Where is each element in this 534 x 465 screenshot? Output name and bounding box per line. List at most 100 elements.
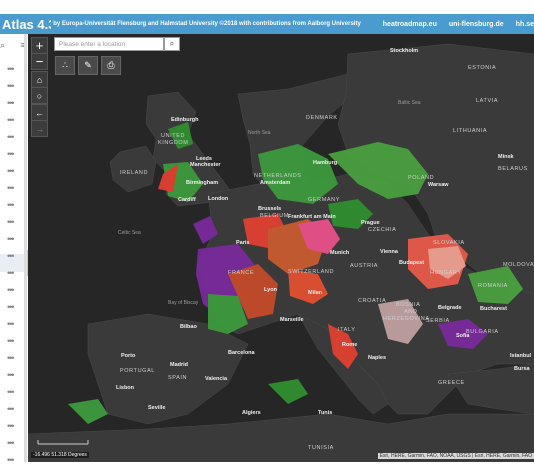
label-naples: Naples bbox=[368, 355, 386, 361]
label-romania: ROMANIA bbox=[478, 283, 508, 289]
label-rome: Rome bbox=[342, 342, 357, 348]
sidebar-scrollbar[interactable] bbox=[24, 34, 26, 462]
layer-options-button[interactable]: ••• bbox=[7, 370, 15, 380]
layer-options-button[interactable]: ••• bbox=[7, 183, 15, 193]
layer-sidebar: ⌕ ≡ ••• ••• ••• ••• ••• ••• ••• ••• ••• ••• ••• •••… bbox=[0, 34, 27, 465]
label-germany: GERMANY bbox=[308, 197, 340, 203]
label-belgium: BELGIUM bbox=[260, 213, 289, 219]
label-london: London bbox=[208, 196, 229, 202]
label-estonia: ESTONIA bbox=[468, 65, 496, 71]
layer-options-button[interactable]: ••• bbox=[7, 132, 15, 142]
attribution: Esri, HERE, Garmin, FAO, NOAA, USGS | Es… bbox=[377, 453, 534, 459]
label-prague: Prague bbox=[361, 220, 380, 226]
label-vienna: Vienna bbox=[380, 249, 399, 255]
map-canvas[interactable]: UNITED KINGDOM IRELAND NETHERLANDS BELGI… bbox=[28, 34, 534, 462]
draw-tool-button[interactable]: ✎ bbox=[78, 56, 98, 75]
label-milan: Milan bbox=[308, 290, 323, 296]
label-bilbao: Bilbao bbox=[180, 324, 197, 330]
layer-options-button[interactable]: ••• bbox=[7, 149, 15, 159]
label-warsaw: Warsaw bbox=[428, 182, 449, 188]
layer-options-button[interactable]: ••• bbox=[7, 455, 15, 465]
label-barcelona: Barcelona bbox=[228, 350, 256, 356]
layer-options-button[interactable]: ••• bbox=[7, 404, 15, 414]
label-france: FRANCE bbox=[228, 270, 254, 276]
label-herzegovina: HERZEGOVINA bbox=[383, 316, 430, 322]
label-lisbon: Lisbon bbox=[116, 385, 135, 391]
home-button[interactable]: ⌂ bbox=[31, 71, 48, 88]
label-cardiff: Cardiff bbox=[178, 197, 196, 203]
svg-text:KINGDOM: KINGDOM bbox=[158, 140, 188, 146]
label-hamburg: Hamburg bbox=[313, 160, 337, 166]
print-icon: ⎙ bbox=[107, 60, 115, 70]
search-placeholder: Please enter a location bbox=[59, 40, 126, 48]
layer-options-button[interactable]: ••• bbox=[7, 166, 15, 176]
location-search-button[interactable]: ⌕ bbox=[164, 37, 180, 51]
layer-options-button[interactable]: ••• bbox=[7, 319, 15, 329]
app-title: Atlas 4.3 bbox=[2, 16, 52, 32]
layer-options-button[interactable]: ••• bbox=[7, 234, 15, 244]
label-belarus: BELARUS bbox=[498, 166, 528, 172]
layer-options-button[interactable]: ••• bbox=[7, 438, 15, 448]
search-icon[interactable]: ⌕ bbox=[0, 40, 5, 51]
layer-options-button[interactable]: ••• bbox=[7, 285, 15, 295]
label-hungary: HUNGARY bbox=[430, 270, 462, 276]
link-hh[interactable]: hh.se bbox=[516, 21, 534, 28]
label-czechia: CZECHIA bbox=[368, 227, 396, 233]
label-paris: Paris bbox=[236, 240, 249, 246]
overlay-portugal bbox=[68, 399, 108, 424]
link-heatroadmap[interactable]: heatroadmap.eu bbox=[383, 21, 437, 28]
label-brussels: Brussels bbox=[258, 206, 281, 212]
label-baltic-sea: Baltic Sea bbox=[398, 100, 421, 106]
layer-options-button[interactable]: ••• bbox=[7, 268, 15, 278]
label-munich: Munich bbox=[330, 250, 350, 256]
label-manchester: Manchester bbox=[190, 162, 221, 168]
layer-options-button[interactable]: ••• bbox=[7, 115, 15, 125]
label-portugal: PORTUGAL bbox=[120, 368, 155, 374]
sidebar-tools: ⌕ ≡ bbox=[0, 40, 26, 51]
layer-options-button[interactable]: ••• bbox=[7, 353, 15, 363]
zoom-in-button[interactable]: + bbox=[31, 37, 48, 54]
layer-options-button[interactable]: ••• bbox=[7, 98, 15, 108]
pencil-icon: ✎ bbox=[84, 60, 92, 70]
coordinate-readout: -16.496 51.318 Degrees bbox=[31, 452, 89, 458]
ireland bbox=[109, 145, 157, 193]
layer-options-button[interactable]: ••• bbox=[7, 302, 15, 312]
layer-options-button[interactable]: ••• bbox=[7, 64, 15, 74]
print-tool-button[interactable]: ⎙ bbox=[101, 56, 121, 75]
label-madrid: Madrid bbox=[170, 362, 188, 368]
layer-options-button[interactable]: ••• bbox=[7, 81, 15, 91]
label-budapest: Budapest bbox=[399, 260, 424, 266]
locate-button[interactable]: ○ bbox=[31, 87, 48, 104]
back-extent-button[interactable]: ← bbox=[31, 104, 48, 121]
label-austria: AUSTRIA bbox=[350, 263, 378, 269]
label-moldova: MOLDOVA bbox=[503, 262, 534, 268]
label-tunis: Tunis bbox=[318, 410, 332, 416]
zoom-out-button[interactable]: − bbox=[31, 53, 48, 70]
label-netherlands: NETHERLANDS bbox=[254, 173, 302, 179]
label-united-kingdom: UNITED bbox=[161, 133, 185, 139]
label-bursa: Bursa bbox=[514, 366, 531, 372]
forward-extent-button[interactable]: → bbox=[31, 120, 48, 137]
link-uni-flensburg[interactable]: uni-flensburg.de bbox=[449, 21, 504, 28]
layer-options-button[interactable]: ••• bbox=[7, 421, 15, 431]
label-croatia: CROATIA bbox=[358, 298, 386, 304]
label-istanbul: Istanbul bbox=[510, 353, 532, 359]
map-view[interactable]: UNITED KINGDOM IRELAND NETHERLANDS BELGI… bbox=[28, 34, 534, 462]
legend-tool-button[interactable]: ∴ bbox=[55, 56, 75, 75]
arrow-left-icon: ← bbox=[35, 107, 44, 118]
label-frankfurt: Frankfurt am Main bbox=[288, 214, 336, 220]
label-bosnia-and: AND bbox=[404, 309, 417, 315]
overlay-sardinia bbox=[268, 379, 308, 404]
label-edinburgh: Edinburgh bbox=[171, 117, 199, 123]
layer-options-button[interactable]: ••• bbox=[7, 200, 15, 210]
label-birmingham: Birmingham bbox=[186, 180, 218, 186]
label-north-sea: North Sea bbox=[248, 130, 271, 136]
label-tunisia: TUNISIA bbox=[308, 445, 334, 451]
location-search-input[interactable]: Please enter a location bbox=[54, 37, 164, 51]
layer-options-button[interactable]: ••• bbox=[7, 387, 15, 397]
layer-options-button[interactable]: ••• bbox=[7, 251, 15, 261]
label-slovakia: SLOVAKIA bbox=[433, 240, 465, 246]
layer-options-button[interactable]: ••• bbox=[7, 217, 15, 227]
layer-options-button[interactable]: ••• bbox=[7, 336, 15, 346]
label-bosnia: BOSNIA bbox=[396, 302, 420, 308]
